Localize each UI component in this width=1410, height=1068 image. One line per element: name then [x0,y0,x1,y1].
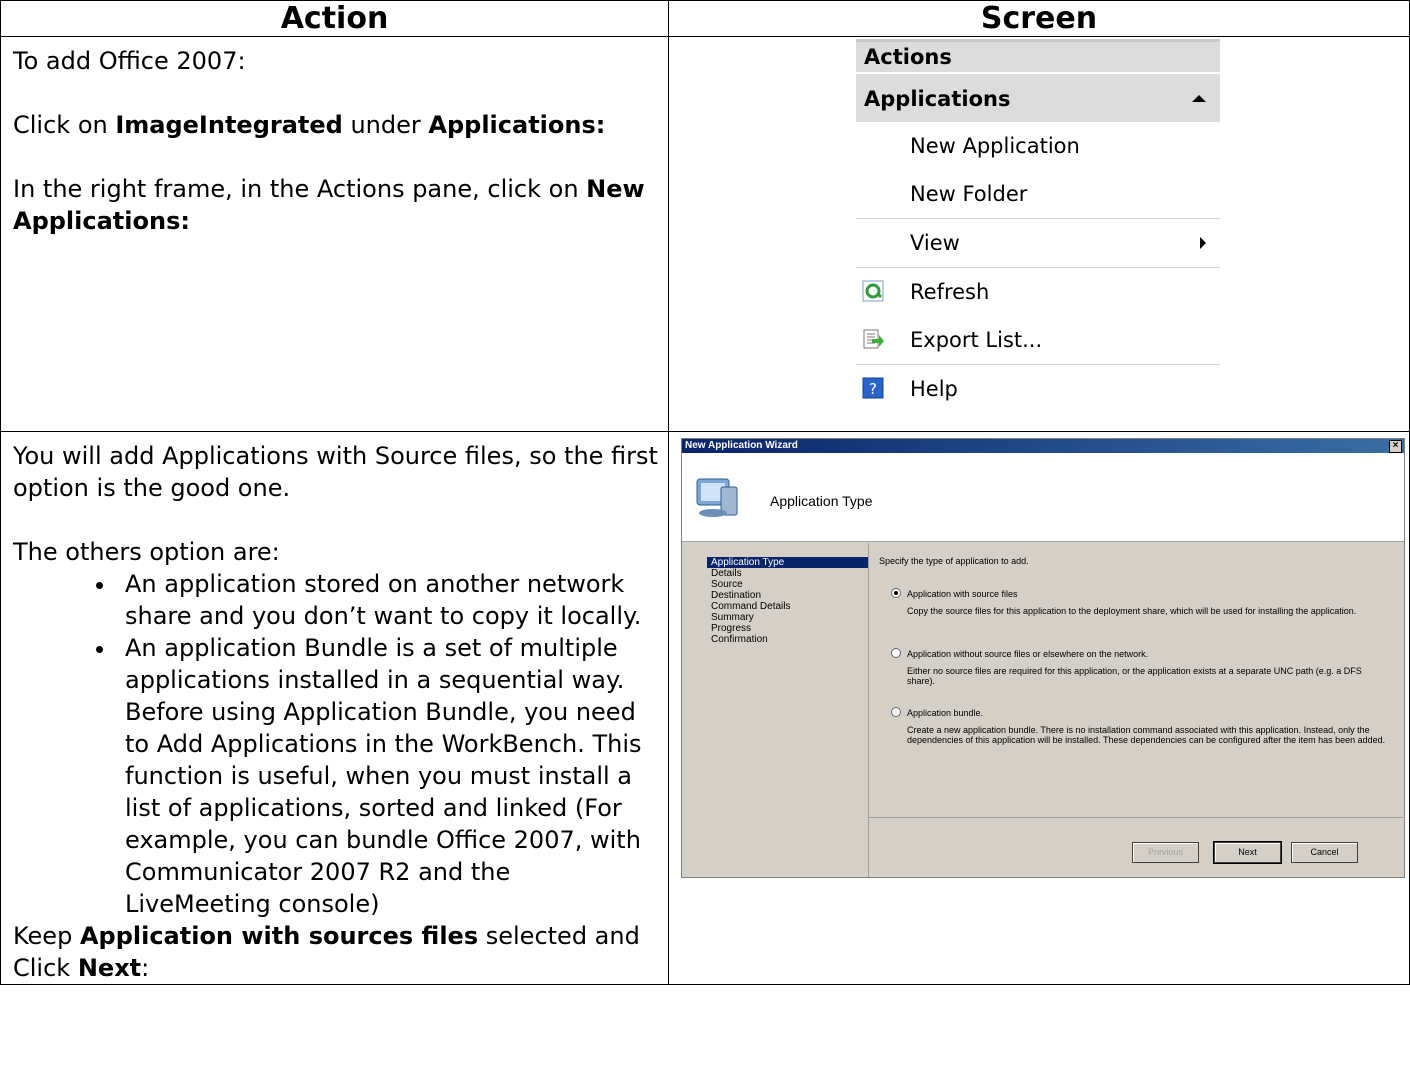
wizard-title-bar: New Application Wizard × [682,439,1404,453]
option-description: Either no source files are required for … [907,666,1362,686]
wizard-prompt: Specify the type of application to add. [879,556,1029,566]
wizard-steps: Application Type Details Source Destinat… [682,543,868,877]
screen-cell-2: New Application Wizard × Application Type… [668,431,1410,985]
refresh-action[interactable]: Refresh [856,267,1220,316]
step-application-type: Application Type [707,557,868,568]
refresh-icon [862,280,884,302]
option-without-source-files[interactable]: Application without source files or else… [891,648,1148,659]
close-icon[interactable]: × [1389,440,1402,453]
header-action: Action [0,0,669,37]
applications-section-header[interactable]: Applications [856,72,1220,122]
actions-pane: Actions Applications New Application New… [856,39,1220,413]
view-menu-action[interactable]: View [856,218,1220,267]
wizard-page-title: Application Type [770,493,873,509]
export-list-action[interactable]: Export List... [856,316,1220,364]
instruction-text: Keep Application with sources files sele… [13,922,640,982]
step-confirmation: Confirmation [711,634,768,645]
new-application-action[interactable]: New Application [856,122,1220,170]
option-description: Create a new application bundle. There i… [907,725,1386,745]
step-details: Details [711,568,742,579]
step-command-details: Command Details [711,601,791,612]
actions-header: Actions [856,39,1220,72]
wizard-footer: Previous Next Cancel [869,817,1403,878]
help-icon: ? [862,377,884,399]
header-screen: Screen [668,0,1410,37]
action-cell-2: You will add Applications with Source fi… [0,431,669,985]
wizard-banner: Application Type [682,453,1404,542]
collapse-arrow-icon[interactable] [1192,95,1206,102]
table-header-row: Action Screen [0,0,1410,37]
new-application-wizard: New Application Wizard × Application Type… [681,438,1405,878]
option-application-bundle[interactable]: Application bundle. [891,707,983,718]
table-row-1: To add Office 2007: Click on ImageIntegr… [0,36,1410,432]
export-list-icon [863,329,884,349]
svg-text:?: ? [869,380,877,398]
instruction-text: To add Office 2007: [13,47,246,75]
action-cell-1: To add Office 2007: Click on ImageIntegr… [0,36,669,432]
instruction-text: Click on ImageIntegrated under Applicati… [13,111,606,139]
cancel-button[interactable]: Cancel [1291,842,1358,863]
help-action[interactable]: ? Help [856,364,1220,413]
previous-button[interactable]: Previous [1132,842,1199,863]
list-item: An application stored on another network… [117,568,658,632]
new-folder-action[interactable]: New Folder [856,170,1220,218]
next-button[interactable]: Next [1213,841,1282,864]
radio-unselected[interactable] [891,707,901,717]
instruction-table: Action Screen To add Office 2007: Click … [0,0,1410,985]
step-summary: Summary [711,612,754,623]
radio-selected[interactable] [891,588,901,598]
wizard-content: Specify the type of application to add. … [868,543,1403,877]
computer-icon [696,478,738,517]
screen-cell-1: Actions Applications New Application New… [668,36,1410,432]
instruction-text: The others option are: [13,538,280,566]
table-row-2: You will add Applications with Source fi… [0,431,1410,985]
option-description: Copy the source files for this applicati… [907,606,1357,616]
step-destination: Destination [711,590,762,601]
instruction-text: In the right frame, in the Actions pane,… [13,175,645,235]
radio-unselected[interactable] [891,648,901,658]
submenu-arrow-icon [1200,237,1206,249]
options-list: An application stored on another network… [13,568,658,920]
step-progress: Progress [711,623,752,634]
option-with-source-files[interactable]: Application with source files [891,588,1018,599]
list-item: An application Bundle is a set of multip… [117,632,658,920]
step-source: Source [711,579,743,590]
instruction-text: You will add Applications with Source fi… [13,442,658,502]
